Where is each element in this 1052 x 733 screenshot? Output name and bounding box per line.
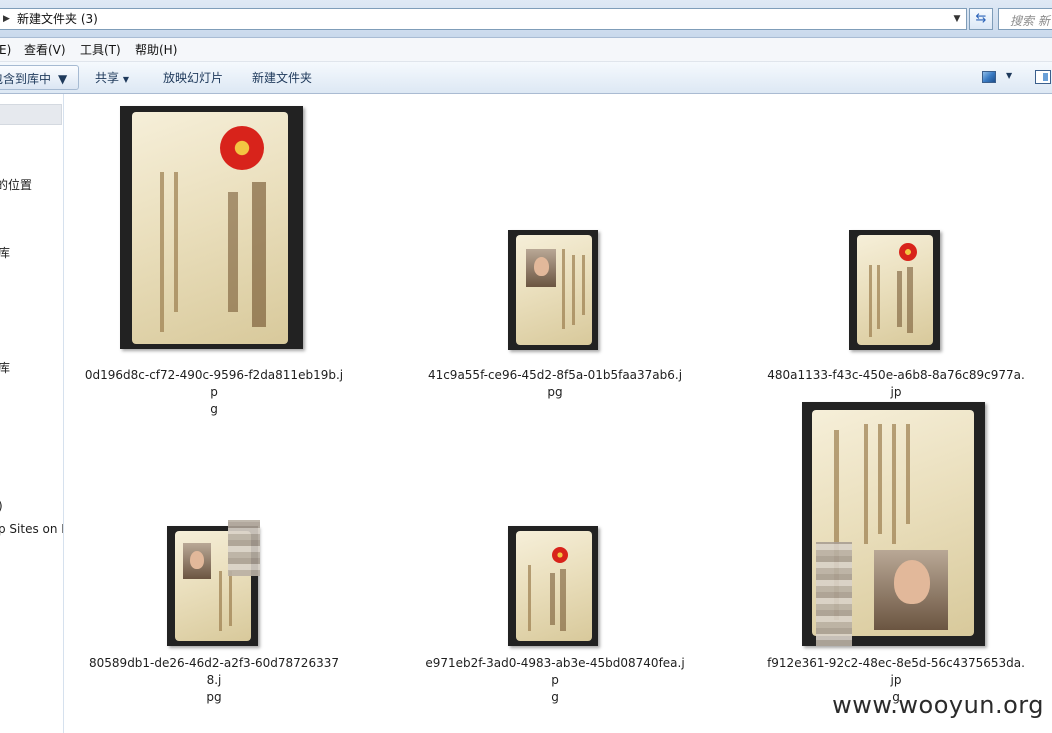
address-field[interactable]: ▶ 新建文件夹 (3) ▼: [0, 8, 967, 30]
include-in-library-label: 包含到库中: [0, 72, 52, 86]
title-text-decoration: [252, 182, 266, 327]
face: [190, 551, 204, 569]
title-text-decoration: [897, 271, 902, 327]
file-name-line: 0d196d8c-cf72-490c-9596-f2da811eb19b.jp: [84, 368, 344, 399]
field-line: [869, 265, 872, 337]
share-label: 共享: [95, 71, 120, 85]
refresh-button[interactable]: ⇆: [969, 8, 993, 30]
menu-bar: E) 查看(V) 工具(T) 帮助(H): [0, 38, 1052, 62]
menu-tools[interactable]: 工具(T): [80, 43, 121, 57]
id-card-image: [516, 235, 592, 345]
menu-view[interactable]: 查看(V): [24, 43, 66, 57]
portrait-photo: [874, 550, 948, 630]
watermark: www.wooyun.org: [832, 691, 1044, 719]
field-line: [528, 565, 531, 631]
nav-item-recent-places[interactable]: 的位置: [0, 178, 32, 192]
nav-item-library-2[interactable]: 库: [0, 361, 10, 375]
file-name-line: 480a1133-f43c-450e-a6b8-8a76c89c977a.jp: [767, 368, 1025, 399]
nav-item-drive[interactable]: ): [0, 499, 3, 513]
field-line: [219, 571, 222, 631]
change-view-icon[interactable]: [982, 71, 996, 83]
file-name-line: 80589db1-de26-46d2-a2f3-60d787263378.j: [89, 656, 339, 687]
field-line: [877, 265, 880, 329]
file-name: e971eb2f-3ad0-4983-ab3e-45bd08740fea.jp …: [425, 655, 685, 706]
menu-edit[interactable]: E): [0, 43, 11, 57]
search-placeholder: 搜索 新: [1010, 14, 1050, 28]
file-thumbnail[interactable]: [508, 526, 598, 646]
field-line: [174, 172, 178, 312]
address-bar-strip: ▶ 新建文件夹 (3) ▼ ⇆ 搜索 新: [0, 0, 1052, 38]
pixelation-blur: [816, 542, 852, 646]
slideshow-button[interactable]: 放映幻灯片: [163, 70, 223, 86]
face: [534, 257, 549, 276]
field-line: [160, 172, 164, 332]
pixelation-blur: [228, 520, 260, 576]
menu-help[interactable]: 帮助(H): [135, 43, 177, 57]
file-name-line: e971eb2f-3ad0-4983-ab3e-45bd08740fea.jp: [425, 656, 685, 687]
address-path[interactable]: 新建文件夹 (3): [17, 11, 98, 27]
file-thumbnail[interactable]: [802, 402, 985, 646]
file-list-view: 0d196d8c-cf72-490c-9596-f2da811eb19b.jp …: [65, 94, 1052, 733]
address-dropdown-icon[interactable]: ▼: [950, 11, 964, 27]
search-input[interactable]: 搜索 新: [998, 8, 1052, 30]
file-item[interactable]: 480a1133-f43c-450e-a6b8-8a76c89c977a.jp …: [766, 104, 1026, 416]
emblem-icon: [552, 547, 568, 563]
file-thumbnail[interactable]: [508, 230, 598, 350]
chevron-down-icon: ▼: [58, 72, 68, 86]
file-item[interactable]: f912e361-92c2-48ec-8e5d-56c4375653da.jp …: [766, 402, 1026, 704]
include-in-library-button[interactable]: 包含到库中 ▼: [0, 65, 79, 90]
id-card-image: [132, 112, 288, 344]
file-item[interactable]: 80589db1-de26-46d2-a2f3-60d787263378.j p…: [84, 402, 344, 704]
field-line: [906, 424, 910, 524]
emblem-icon: [220, 126, 264, 170]
file-item[interactable]: 41c9a55f-ce96-45d2-8f5a-01b5faa37ab6.jpg: [425, 104, 685, 404]
refresh-icon: ⇆: [975, 11, 987, 26]
new-folder-button[interactable]: 新建文件夹: [252, 70, 312, 86]
preview-pane-icon[interactable]: [1035, 70, 1051, 84]
chevron-down-icon: ▼: [122, 75, 129, 84]
breadcrumb-arrow-icon[interactable]: ▶: [3, 12, 13, 26]
file-name-line: 41c9a55f-ce96-45d2-8f5a-01b5faa37ab6.jpg: [427, 368, 683, 399]
file-thumbnail[interactable]: [849, 230, 940, 350]
face: [894, 560, 930, 604]
portrait-photo: [183, 543, 211, 579]
title-text-decoration: [228, 192, 238, 312]
portrait-photo: [526, 249, 556, 287]
id-card-image: [516, 531, 592, 641]
field-line: [878, 424, 882, 534]
title-text-decoration: [550, 573, 555, 625]
field-line: [562, 249, 565, 329]
title-text-decoration: [560, 569, 566, 631]
field-line: [572, 255, 575, 325]
file-thumbnail[interactable]: [120, 106, 303, 349]
file-name: 41c9a55f-ce96-45d2-8f5a-01b5faa37ab6.jpg: [425, 367, 685, 401]
emblem-icon: [899, 243, 917, 261]
nav-selected-item[interactable]: [0, 104, 62, 125]
navigation-pane: 的位置 库 库 ) p Sites on M: [0, 94, 64, 733]
file-item[interactable]: 0d196d8c-cf72-490c-9596-f2da811eb19b.jp …: [84, 104, 344, 416]
share-button[interactable]: 共享 ▼: [95, 70, 129, 88]
field-line: [229, 571, 232, 626]
file-name: 80589db1-de26-46d2-a2f3-60d787263378.j p…: [84, 655, 344, 706]
nav-item-sites-on-network[interactable]: p Sites on M: [0, 522, 63, 536]
field-line: [892, 424, 896, 544]
command-bar: 包含到库中 ▼ 共享 ▼ 放映幻灯片 新建文件夹 ▼: [0, 62, 1052, 94]
field-line: [864, 424, 868, 544]
file-name-line: pg: [206, 690, 222, 704]
nav-item-library-1[interactable]: 库: [0, 246, 10, 260]
field-line: [582, 255, 585, 315]
chevron-down-icon[interactable]: ▼: [1006, 71, 1012, 80]
file-item[interactable]: e971eb2f-3ad0-4983-ab3e-45bd08740fea.jp …: [425, 402, 685, 704]
file-name-line: g: [551, 690, 559, 704]
file-name-line: f912e361-92c2-48ec-8e5d-56c4375653da.jp: [767, 656, 1025, 687]
id-card-image: [857, 235, 933, 345]
title-text-decoration: [907, 267, 913, 333]
